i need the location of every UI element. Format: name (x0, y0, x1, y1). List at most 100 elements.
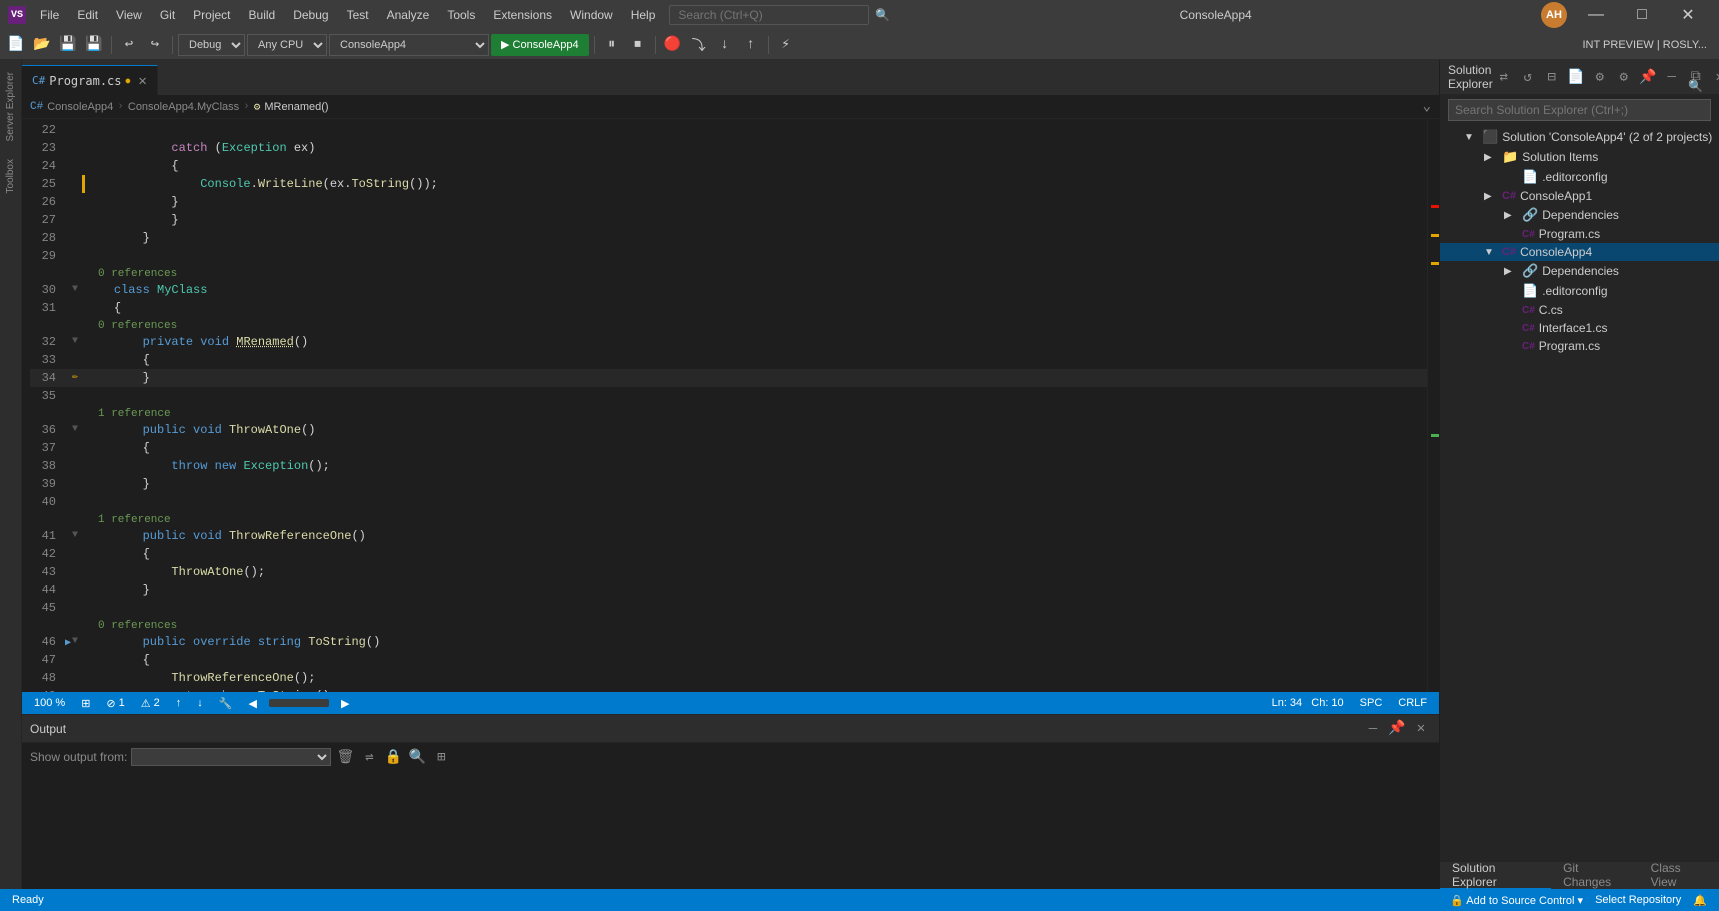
se-minimize-btn[interactable]: — (1661, 66, 1683, 88)
output-find-btn[interactable]: 🔍 (407, 747, 427, 767)
breadcrumb-class[interactable]: ConsoleApp4.MyClass (128, 101, 239, 113)
code-line-26: 26 } (30, 193, 1427, 211)
tree-ca4-deps[interactable]: ▶ 🔗 Dependencies (1440, 261, 1719, 281)
undo-btn[interactable]: ↩ (117, 33, 141, 57)
tree-consoleapp1[interactable]: ▶ C# ConsoleApp1 (1440, 187, 1719, 205)
se-sync-btn[interactable]: ⇄ (1493, 66, 1515, 88)
pause-btn[interactable]: ⏸ (600, 33, 624, 57)
global-search-input[interactable] (669, 5, 869, 25)
debug-mode-dropdown[interactable]: Debug (178, 34, 245, 56)
ready-label: Ready (12, 894, 44, 906)
tree-ca4-ccs[interactable]: C# C.cs (1440, 301, 1719, 319)
menu-extensions[interactable]: Extensions (485, 6, 560, 24)
se-filter-btn[interactable]: ⚙ (1589, 66, 1611, 88)
toolbox-tab[interactable]: Toolbox (3, 151, 18, 201)
col-number: 10 (1331, 697, 1343, 709)
tab-class-view[interactable]: Class View (1639, 862, 1719, 890)
exception-settings-btn[interactable]: ⚡ (774, 33, 798, 57)
project-dropdown[interactable]: ConsoleApp4 (329, 34, 489, 56)
se-pin-btn[interactable]: 📌 (1637, 66, 1659, 88)
tree-ca4-program[interactable]: C# Program.cs (1440, 337, 1719, 355)
new-file-btn[interactable]: 📄 (4, 33, 28, 57)
se-refresh-btn[interactable]: ↺ (1517, 66, 1539, 88)
code-editor[interactable]: 22 23 catch (Exception ex) 24 (22, 119, 1439, 692)
menu-git[interactable]: Git (152, 6, 183, 24)
zoom-level[interactable]: 100 % (30, 697, 69, 709)
tree-ca4-interface1[interactable]: C# Interface1.cs (1440, 319, 1719, 337)
menu-view[interactable]: View (108, 6, 150, 24)
open-btn[interactable]: 📂 (30, 33, 54, 57)
nav-prev[interactable]: ↑ (172, 697, 186, 709)
breakpoints-btn[interactable]: 🔴 (661, 33, 685, 57)
nav-next[interactable]: ↓ (193, 697, 207, 709)
save-btn[interactable]: 💾 (56, 33, 80, 57)
step-into-btn[interactable]: ↓ (713, 33, 737, 57)
close-button[interactable]: ✕ (1665, 0, 1711, 30)
scrollbar-horizontal[interactable] (269, 699, 329, 707)
output-close-btn[interactable]: ✕ (1411, 719, 1431, 739)
collapse-editor-btn[interactable]: ⌄ (1423, 98, 1431, 115)
output-minimize-btn[interactable]: — (1363, 719, 1383, 739)
server-explorer-tab[interactable]: Server Explorer (3, 64, 18, 149)
tree-editorconfig-1[interactable]: 📄 .editorconfig (1440, 167, 1719, 187)
se-search-icon: 🔍 (1688, 79, 1703, 94)
se-show-files-btn[interactable]: 📄 (1565, 66, 1587, 88)
menu-tools[interactable]: Tools (439, 6, 483, 24)
breadcrumb-project[interactable]: ConsoleApp4 (47, 101, 113, 113)
menu-debug[interactable]: Debug (285, 6, 336, 24)
output-source-dropdown[interactable] (131, 748, 331, 766)
redo-btn[interactable]: ↪ (143, 33, 167, 57)
tree-ca1-program[interactable]: C# Program.cs (1440, 225, 1719, 243)
se-settings-btn[interactable]: ⚙ (1613, 66, 1635, 88)
se-close-btn[interactable]: ✕ (1709, 66, 1719, 88)
output-lock-btn[interactable]: 🔒 (383, 747, 403, 767)
se-search-input[interactable] (1448, 99, 1711, 121)
output-word-wrap-btn[interactable]: ⇌ (359, 747, 379, 767)
minimize-button[interactable]: — (1573, 0, 1619, 30)
maximize-button[interactable]: □ (1619, 0, 1665, 30)
tree-ca1-deps[interactable]: ▶ 🔗 Dependencies (1440, 205, 1719, 225)
menu-edit[interactable]: Edit (69, 6, 106, 24)
menu-analyze[interactable]: Analyze (379, 6, 438, 24)
platform-dropdown[interactable]: Any CPU (247, 34, 327, 56)
breadcrumb-method[interactable]: MRenamed() (264, 101, 328, 113)
menu-build[interactable]: Build (241, 6, 284, 24)
encoding-label[interactable]: SPC (1356, 697, 1387, 709)
tab-close-btn[interactable]: ✕ (138, 73, 146, 89)
scroll-right[interactable]: ▶ (337, 697, 353, 710)
stop-btn[interactable]: ⏹ (626, 33, 650, 57)
add-to-source-btn[interactable]: 🔒 Add to Source Control ▾ (1446, 894, 1587, 907)
line-ending-label[interactable]: CRLF (1394, 697, 1431, 709)
toolbar-sep-4 (655, 36, 656, 54)
tree-solution-items[interactable]: ▶ 📁 Solution Items (1440, 147, 1719, 167)
editor-status-bar: 100 % ⊞ ⊘ 1 ⚠ 2 ↑ ↓ 🔧 ◀ ▶ Ln: 34 Ch: 10 (22, 692, 1439, 714)
run-button[interactable]: ▶ ConsoleApp4 (491, 34, 589, 56)
menu-file[interactable]: File (32, 6, 67, 24)
step-over-btn[interactable]: ⤵ (687, 33, 711, 57)
tree-ca4-editorconfig[interactable]: 📄 .editorconfig (1440, 281, 1719, 301)
notification-bell[interactable]: 🔔 (1689, 894, 1711, 907)
tree-consoleapp4[interactable]: ▼ C# ConsoleApp4 (1440, 243, 1719, 261)
menu-test[interactable]: Test (339, 6, 377, 24)
user-avatar[interactable]: AH (1541, 2, 1567, 28)
expand-icon[interactable]: ⊞ (77, 697, 94, 710)
output-pin-btn[interactable]: 📌 (1387, 719, 1407, 739)
error-count[interactable]: ⊘ 1 (102, 697, 128, 710)
menu-project[interactable]: Project (185, 6, 238, 24)
se-collapse-btn[interactable]: ⊟ (1541, 66, 1563, 88)
menu-window[interactable]: Window (562, 6, 621, 24)
menu-help[interactable]: Help (623, 6, 664, 24)
program-cs-tab[interactable]: C# Program.cs ● ✕ (22, 65, 158, 95)
save-all-btn[interactable]: 💾 (82, 33, 106, 57)
scroll-left[interactable]: ◀ (244, 697, 260, 710)
output-settings-btn[interactable]: ⊞ (431, 747, 451, 767)
select-repository-btn[interactable]: Select Repository (1591, 894, 1685, 906)
tab-git-changes[interactable]: Git Changes (1551, 862, 1639, 890)
tab-solution-explorer[interactable]: Solution Explorer (1440, 862, 1551, 890)
warning-count[interactable]: ⚠ 2 (137, 697, 164, 710)
cursor-position[interactable]: Ln: 34 Ch: 10 (1268, 697, 1348, 709)
tree-solution-root[interactable]: ▼ ⬛ Solution 'ConsoleApp4' (2 of 2 proje… (1440, 127, 1719, 147)
output-clear-btn[interactable]: 🗑 (335, 747, 355, 767)
step-out-btn[interactable]: ↑ (739, 33, 763, 57)
code-action-btn[interactable]: 🔧 (215, 697, 237, 710)
